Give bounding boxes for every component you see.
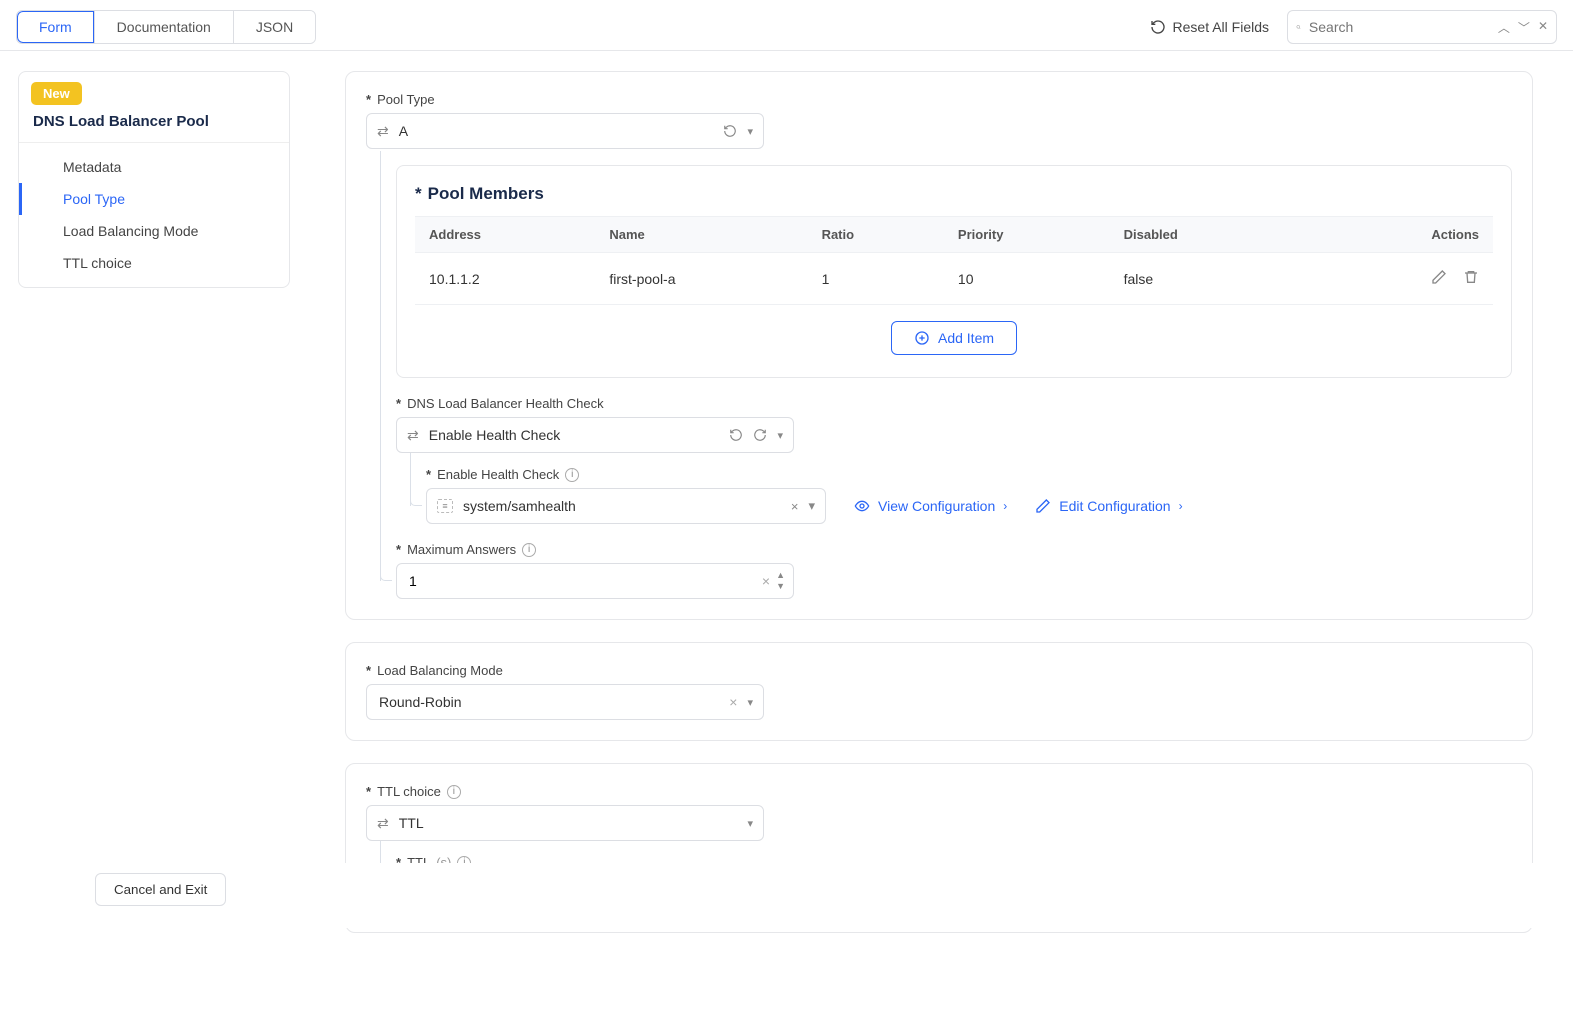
tab-documentation[interactable]: Documentation (95, 11, 234, 43)
search-input[interactable] (1309, 19, 1490, 35)
info-icon[interactable]: i (447, 785, 461, 799)
tab-json[interactable]: JSON (234, 11, 315, 43)
col-name: Name (595, 217, 807, 253)
pool-members-table: Address Name Ratio Priority Disabled Act… (415, 216, 1493, 305)
search-icon (1296, 19, 1301, 35)
switch-icon: ⇄ (377, 815, 389, 832)
col-priority: Priority (944, 217, 1110, 253)
step-down-icon[interactable]: ▼ (776, 582, 785, 591)
cell-ratio: 1 (808, 253, 944, 305)
sidebar-item-metadata[interactable]: Metadata (19, 151, 289, 183)
clear-icon[interactable]: × (729, 694, 737, 710)
chevron-down-icon[interactable]: ▾ (808, 498, 815, 514)
pool-type-label: *Pool Type (366, 92, 1512, 107)
max-answers-input[interactable] (409, 573, 762, 589)
health-check-label: *DNS Load Balancer Health Check (396, 396, 1512, 411)
add-item-button[interactable]: Add Item (891, 321, 1017, 355)
max-answers-label: *Maximum Answers i (396, 542, 1512, 557)
search-box[interactable]: ︿ ﹀ ✕ (1287, 10, 1557, 44)
lb-mode-select[interactable]: Round-Robin × ▾ (366, 684, 764, 720)
view-tabs: Form Documentation JSON (16, 10, 316, 44)
reset-all-fields[interactable]: Reset All Fields (1150, 19, 1269, 35)
col-actions: Actions (1295, 217, 1493, 253)
edit-row-icon[interactable] (1431, 272, 1447, 288)
col-disabled: Disabled (1110, 217, 1295, 253)
sidebar-item-pool-type[interactable]: Pool Type (19, 183, 289, 215)
info-icon[interactable]: i (522, 543, 536, 557)
undo-icon[interactable] (723, 124, 737, 138)
lb-mode-label: *Load Balancing Mode (366, 663, 1512, 678)
chevron-right-icon: › (1003, 499, 1007, 513)
chevron-down-icon[interactable]: ▾ (747, 817, 753, 830)
pencil-icon (1035, 498, 1051, 514)
cancel-and-exit-button[interactable]: Cancel and Exit (95, 873, 226, 906)
chevron-down-icon[interactable]: ▾ (747, 696, 753, 709)
health-check-ref-value: system/samhealth (463, 498, 781, 514)
undo-icon[interactable] (729, 428, 743, 442)
pool-type-select[interactable]: ⇄ A ▾ (366, 113, 764, 149)
chevron-right-icon: › (1179, 499, 1183, 513)
view-configuration-link[interactable]: View Configuration › (854, 498, 1007, 514)
cell-disabled: false (1110, 253, 1295, 305)
lb-mode-value: Round-Robin (377, 694, 719, 710)
undo-icon (1150, 19, 1166, 35)
reset-label: Reset All Fields (1173, 19, 1269, 35)
health-check-value: Enable Health Check (429, 427, 720, 443)
delete-row-icon[interactable] (1463, 272, 1479, 288)
add-item-label: Add Item (938, 330, 994, 346)
sidebar-nav: New DNS Load Balancer Pool Metadata Pool… (18, 71, 290, 288)
col-address: Address (415, 217, 595, 253)
search-next-icon[interactable]: ﹀ (1518, 19, 1530, 36)
switch-icon: ⇄ (407, 427, 419, 444)
chevron-down-icon[interactable]: ▾ (777, 429, 783, 442)
enable-hc-label: *Enable Health Check i (426, 467, 1512, 482)
sidebar-item-lb-mode[interactable]: Load Balancing Mode (19, 215, 289, 247)
pool-members-title: *Pool Members (415, 184, 1493, 204)
cell-priority: 10 (944, 253, 1110, 305)
edit-configuration-link[interactable]: Edit Configuration › (1035, 498, 1182, 514)
ttl-choice-select[interactable]: ⇄ TTL ▾ (366, 805, 764, 841)
plus-circle-icon (914, 330, 930, 346)
clear-icon[interactable]: × (762, 573, 770, 589)
ttl-choice-label: *TTL choice i (366, 784, 1512, 799)
clear-icon[interactable]: × (791, 499, 799, 514)
cell-name: first-pool-a (595, 253, 807, 305)
pool-type-value: A (399, 123, 714, 139)
sidebar-title: DNS Load Balancer Pool (19, 113, 289, 143)
ttl-choice-value: TTL (399, 815, 738, 831)
max-answers-field[interactable]: × ▲ ▼ (396, 563, 794, 599)
tab-form[interactable]: Form (17, 11, 95, 43)
info-icon[interactable]: i (565, 468, 579, 482)
cell-address: 10.1.1.2 (415, 253, 595, 305)
health-check-ref-select[interactable]: ≡ system/samhealth × ▾ (426, 488, 826, 524)
switch-icon: ⇄ (377, 123, 389, 140)
panel-pool-type: *Pool Type ⇄ A ▾ *Pool Members (345, 71, 1533, 620)
panel-lb-mode: *Load Balancing Mode Round-Robin × ▾ (345, 642, 1533, 741)
search-prev-icon[interactable]: ︿ (1498, 19, 1510, 36)
chevron-down-icon[interactable]: ▾ (747, 125, 753, 138)
new-badge: New (31, 82, 82, 105)
pool-members-panel: *Pool Members Address Name Ratio Priorit… (396, 165, 1512, 378)
eye-icon (854, 498, 870, 514)
search-close-icon[interactable]: ✕ (1538, 19, 1548, 36)
table-row: 10.1.1.2 first-pool-a 1 10 false (415, 253, 1493, 305)
health-check-select[interactable]: ⇄ Enable Health Check ▾ (396, 417, 794, 453)
refresh-icon[interactable] (753, 428, 767, 442)
stepper: ▲ ▼ (776, 571, 785, 591)
sidebar-item-ttl-choice[interactable]: TTL choice (19, 247, 289, 279)
ref-icon: ≡ (437, 499, 453, 513)
col-ratio: Ratio (808, 217, 944, 253)
step-up-icon[interactable]: ▲ (776, 571, 785, 580)
